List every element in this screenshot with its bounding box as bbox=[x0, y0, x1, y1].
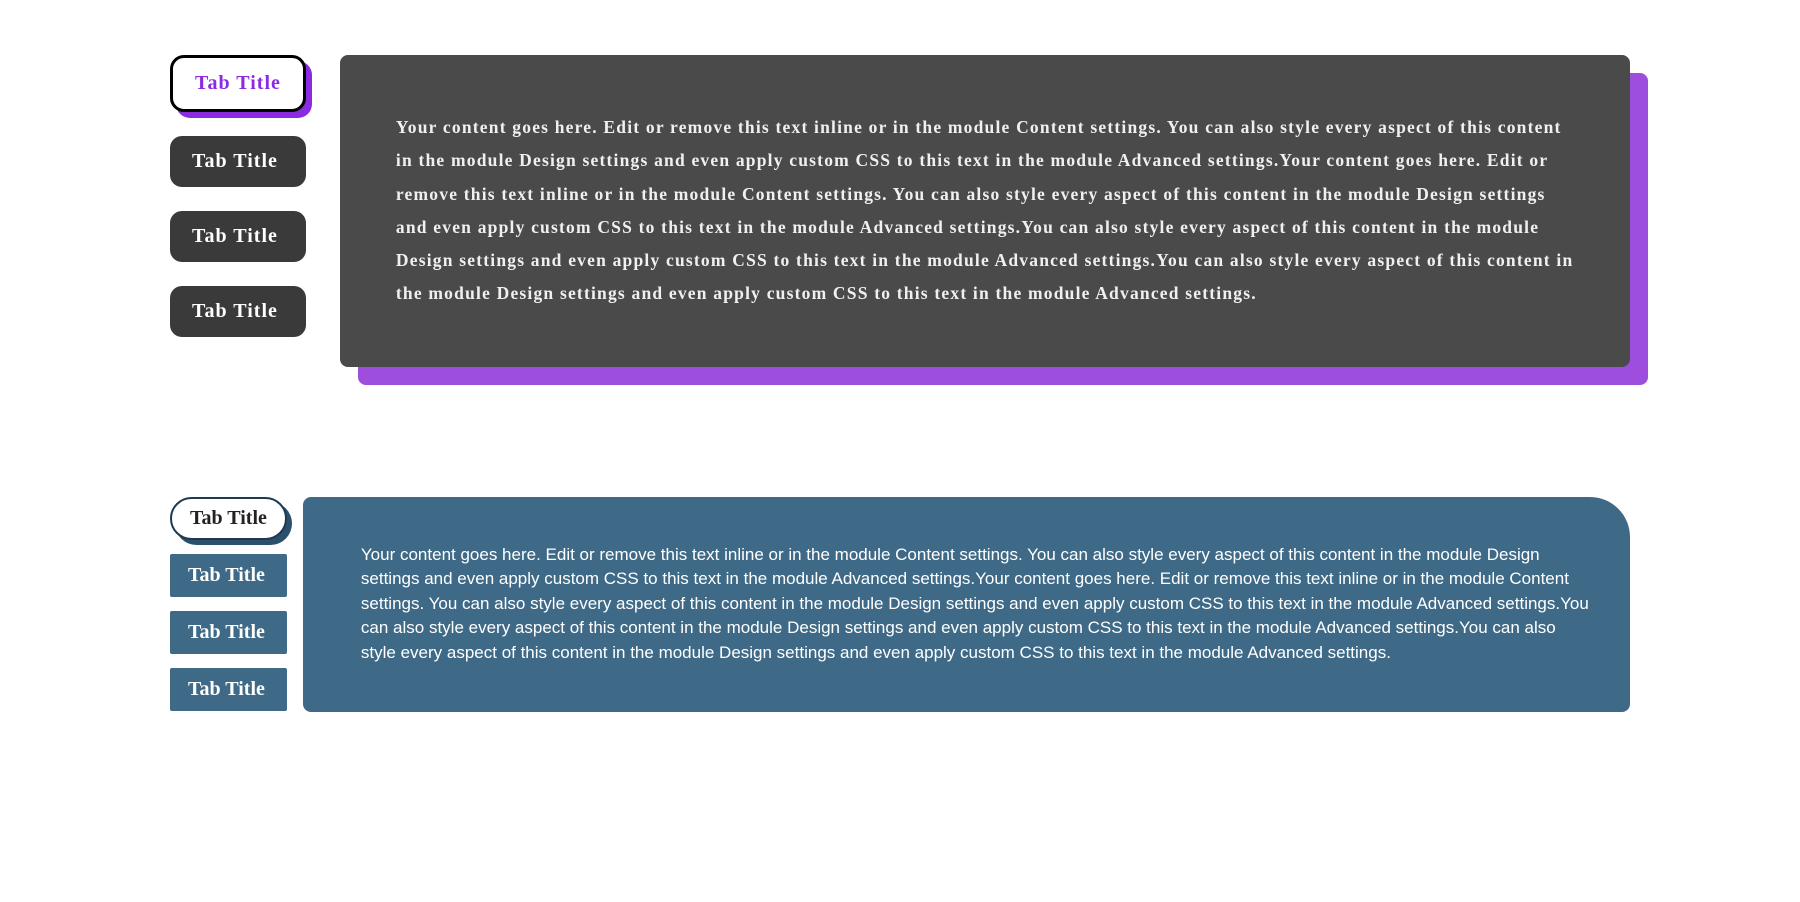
tab-label: Tab Title bbox=[192, 300, 278, 322]
tab-1[interactable]: Tab Title bbox=[170, 55, 306, 112]
tab-label: Tab Title bbox=[190, 507, 267, 529]
tab-3[interactable]: Tab Title bbox=[170, 611, 287, 654]
tabs-module-dark: Tab Title Tab Title Tab Title Tab Title … bbox=[170, 55, 1630, 367]
tab-list: Tab Title Tab Title Tab Title Tab Title bbox=[170, 55, 306, 337]
tab-2[interactable]: Tab Title bbox=[170, 554, 287, 597]
tab-label: Tab Title bbox=[188, 564, 265, 586]
tabs-module-blue: Tab Title Tab Title Tab Title Tab Title … bbox=[170, 497, 1630, 712]
tab-panel-wrap: Your content goes here. Edit or remove t… bbox=[340, 55, 1630, 367]
tab-4[interactable]: Tab Title bbox=[170, 286, 306, 337]
tab-label: Tab Title bbox=[192, 225, 278, 247]
tab-label: Tab Title bbox=[188, 621, 265, 643]
tab-label: Tab Title bbox=[192, 150, 278, 172]
tab-content: Your content goes here. Edit or remove t… bbox=[303, 497, 1630, 712]
tab-3[interactable]: Tab Title bbox=[170, 211, 306, 262]
tab-list: Tab Title Tab Title Tab Title Tab Title bbox=[170, 497, 287, 711]
tab-2[interactable]: Tab Title bbox=[170, 136, 306, 187]
tab-4[interactable]: Tab Title bbox=[170, 668, 287, 711]
tab-1[interactable]: Tab Title bbox=[170, 497, 287, 540]
tab-label: Tab Title bbox=[195, 72, 281, 94]
tab-content: Your content goes here. Edit or remove t… bbox=[340, 55, 1630, 367]
tab-label: Tab Title bbox=[188, 678, 265, 700]
